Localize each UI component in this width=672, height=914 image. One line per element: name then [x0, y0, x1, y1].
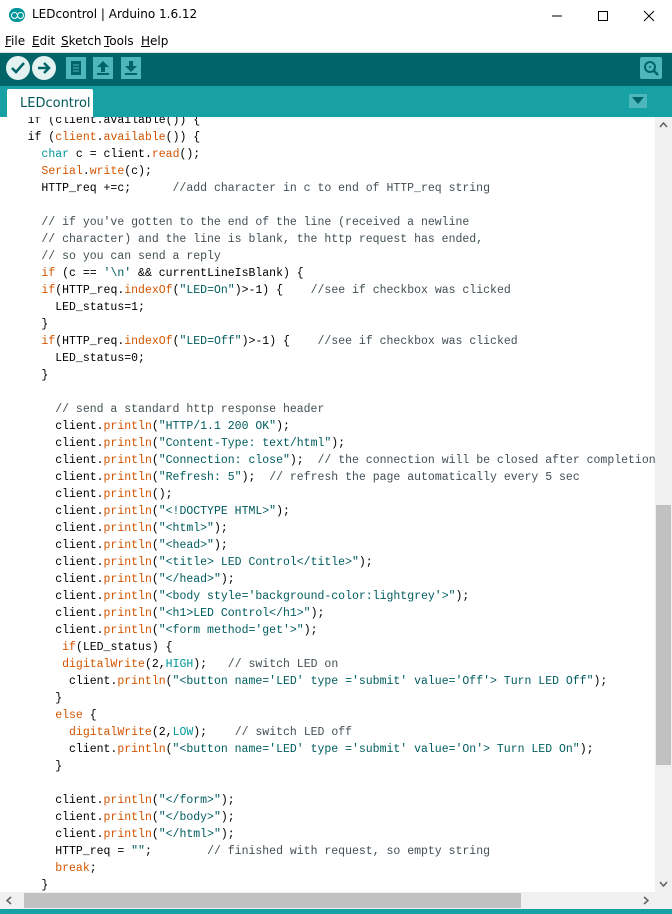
code-line: if(HTTP_req.indexOf("LED=On")>-1) { //se… — [41, 284, 511, 297]
code-line: if (client.available()) { — [0, 131, 201, 144]
menu-edit[interactable]: Edit — [32, 34, 55, 48]
code-line: client.println("Content-Type: text/html"… — [0, 437, 346, 450]
tab-ledcontrol[interactable]: LEDcontrol — [7, 89, 93, 117]
menu-bar: File Edit Sketch Tools Help — [0, 31, 672, 53]
new-file-icon — [71, 61, 81, 75]
open-button[interactable] — [93, 57, 113, 79]
serial-monitor-button[interactable] — [640, 57, 662, 79]
code-line: client.println("Refresh: 5"); // refresh… — [0, 471, 580, 484]
code-line: } — [0, 760, 63, 773]
menu-sketch[interactable]: Sketch — [61, 34, 101, 48]
new-button[interactable] — [66, 57, 86, 79]
code-line: client.println("</html>"); — [0, 828, 235, 841]
code-line: client.println("<h1>LED Control</h1>"); — [0, 607, 325, 620]
window-title: LEDcontrol | Arduino 1.6.12 — [32, 7, 198, 21]
code-line: HTTP_req +=c; //add character in c to en… — [0, 182, 490, 195]
menu-file[interactable]: File — [5, 34, 25, 48]
code-line: client.println("</head>"); — [0, 573, 235, 586]
magnifier-icon — [644, 61, 659, 76]
horizontal-scrollbar[interactable] — [0, 892, 655, 909]
save-button[interactable] — [121, 57, 141, 79]
minimize-icon — [552, 15, 562, 17]
code-line: } — [0, 369, 49, 382]
menu-help[interactable]: Help — [141, 34, 168, 48]
code-line: LED_status=1; — [0, 301, 145, 314]
code-line: else { — [55, 709, 97, 722]
code-line: } — [0, 879, 49, 892]
code-line: // send a standard http response header — [0, 403, 325, 416]
verify-button[interactable] — [6, 56, 30, 80]
code-line: if(HTTP_req.indexOf("LED=Off")>-1) { //s… — [41, 335, 518, 348]
code-line: } — [0, 318, 49, 331]
check-icon — [11, 62, 25, 74]
code-line: // character) and the line is blank, the… — [0, 233, 484, 246]
tab-menu-button[interactable] — [629, 94, 647, 108]
code-line: client.println(); — [0, 488, 173, 501]
code-line: client.println("<html>"); — [0, 522, 228, 535]
minimize-button[interactable] — [534, 0, 580, 31]
upload-arrow-icon — [97, 61, 109, 75]
code-line: client.println("<button name='LED' type … — [0, 743, 594, 756]
code-line: LED_status=0; — [0, 352, 145, 365]
upload-button[interactable] — [32, 56, 56, 80]
menu-tools[interactable]: Tools — [104, 34, 134, 48]
code-line: digitalWrite(2,HIGH); // switch LED on — [62, 658, 339, 671]
code-line: // so you can send a reply — [0, 250, 221, 263]
arduino-logo-icon — [9, 8, 25, 22]
code-line: client.println("</form>"); — [0, 794, 235, 807]
code-line: break; — [55, 862, 97, 875]
code-text: if (client.available()) { if (client.ava… — [0, 117, 655, 892]
scroll-right-icon[interactable] — [643, 896, 649, 905]
code-line: client.println("<button name='LED' type … — [0, 675, 608, 688]
close-icon — [643, 10, 655, 22]
status-strip — [0, 909, 672, 914]
code-line: HTTP_req = ""; // finished with request,… — [0, 845, 491, 858]
title-bar: LEDcontrol | Arduino 1.6.12 — [0, 0, 672, 31]
code-editor[interactable]: if (client.available()) { if (client.ava… — [0, 117, 655, 892]
code-line: client.println("Connection: close"); // … — [0, 454, 655, 467]
code-line: client.println("<body style='background-… — [0, 590, 470, 603]
code-line: digitalWrite(2,LOW); // switch LED off — [69, 726, 353, 739]
close-button[interactable] — [626, 0, 672, 31]
toolbar — [0, 53, 672, 86]
horizontal-scroll-thumb[interactable] — [24, 893, 521, 908]
code-line: // if you've gotten to the end of the li… — [0, 216, 470, 229]
code-line: if (c == '\n' && currentLineIsBlank) { — [41, 267, 304, 280]
arrow-right-icon — [38, 62, 51, 74]
scroll-down-icon[interactable] — [659, 881, 668, 887]
code-line: if(LED_status) { — [62, 641, 173, 654]
code-line: client.println("HTTP/1.1 200 OK"); — [0, 420, 290, 433]
code-line: client.println("</body>"); — [0, 811, 235, 824]
code-line: } — [0, 692, 63, 705]
code-line: Serial.write(c); — [41, 165, 152, 178]
code-line: client.println("<head>"); — [0, 539, 228, 552]
scroll-corner — [655, 892, 672, 909]
maximize-icon — [598, 11, 608, 21]
scroll-up-icon[interactable] — [659, 122, 668, 128]
vertical-scrollbar[interactable] — [655, 117, 672, 892]
scroll-left-icon[interactable] — [6, 896, 12, 905]
vertical-scroll-thumb[interactable] — [656, 505, 671, 765]
maximize-button[interactable] — [580, 0, 626, 31]
code-line: if (client.available()) { — [0, 117, 201, 127]
code-line: client.println("<!DOCTYPE HTML>"); — [0, 505, 290, 518]
download-arrow-icon — [125, 61, 137, 75]
tab-label: LEDcontrol — [20, 96, 91, 111]
code-line: client.println("<title> LED Control</tit… — [0, 556, 373, 569]
code-line: client.println("<form method='get'>"); — [0, 624, 318, 637]
code-line: char c = client.read(); — [41, 148, 201, 161]
chevron-down-icon — [632, 97, 644, 104]
tab-strip: LEDcontrol — [0, 86, 672, 117]
